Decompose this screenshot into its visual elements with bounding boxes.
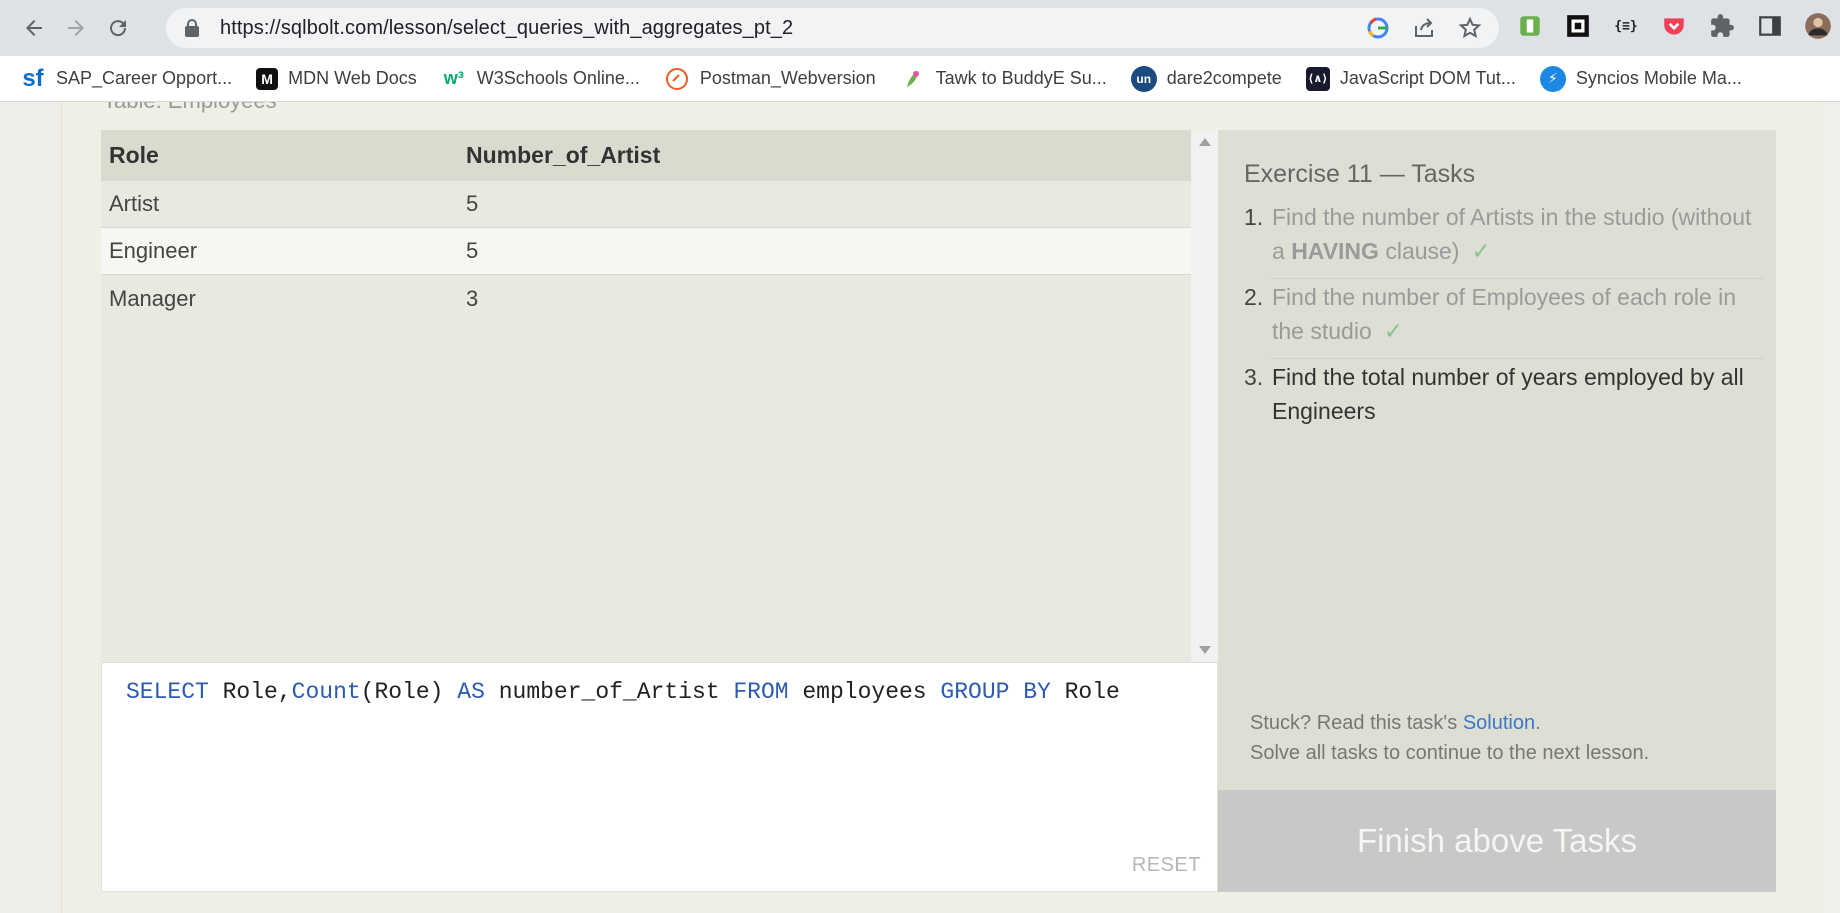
- task-text: Find the number of Employees of each rol…: [1272, 280, 1764, 348]
- task-text: Find the total number of years employed …: [1272, 364, 1744, 424]
- sql-text: Role: [1050, 679, 1120, 705]
- tasks-panel: Exercise 11 — Tasks 1. Find the number o…: [1218, 130, 1776, 892]
- query-results-table: Role Number_of_Artist Artist 5 Engineer …: [101, 130, 1218, 662]
- unstop-icon: un: [1130, 65, 1157, 92]
- table-cell: Engineer: [109, 238, 198, 263]
- tasks-title: Exercise 11 — Tasks: [1244, 160, 1476, 188]
- scroll-up-arrow-icon[interactable]: [1199, 138, 1211, 146]
- column-header-number-of-artist: Number_of_Artist: [466, 142, 661, 168]
- sql-keyword: GROUP BY: [940, 679, 1051, 705]
- forward-arrow-icon: [68, 20, 84, 36]
- table-cell: 3: [466, 285, 479, 311]
- json-viewer-icon[interactable]: {≡}: [1612, 12, 1640, 40]
- bookmark-label: JavaScript DOM Tut...: [1339, 68, 1516, 88]
- share-icon[interactable]: [1411, 15, 1437, 41]
- task-divider: [1270, 358, 1764, 359]
- sql-keyword: Count: [291, 679, 361, 705]
- check-icon: ✓: [1383, 318, 1404, 344]
- extensions-puzzle-icon[interactable]: [1708, 12, 1736, 40]
- bookmark-javascript-dom[interactable]: ⟨∧⟩ JavaScript DOM Tut...: [1305, 66, 1516, 91]
- bookmark-label: Tawk to BuddyE Su...: [935, 68, 1107, 88]
- scroll-down-arrow-icon[interactable]: [1199, 646, 1211, 654]
- postman-icon: [664, 66, 690, 92]
- table-header-row: Role Number_of_Artist: [101, 130, 1191, 181]
- reload-icon: [110, 20, 127, 37]
- sql-text: number_of_Artist: [484, 679, 734, 705]
- javascript-dom-icon: ⟨∧⟩: [1305, 66, 1330, 91]
- sql-text: employees: [788, 679, 941, 705]
- task-text: Find the number of Artists in the studio…: [1272, 200, 1764, 268]
- sql-keyword: AS: [457, 679, 485, 705]
- table-row: Artist 5: [101, 181, 1191, 228]
- sql-text: (Role): [360, 679, 458, 705]
- bookmark-label: Postman_Webversion: [699, 68, 876, 88]
- bookmark-dare2compete[interactable]: un dare2compete: [1130, 65, 1282, 92]
- bookmark-label: MDN Web Docs: [288, 68, 417, 88]
- bookmark-mdn[interactable]: M MDN Web Docs: [256, 67, 417, 90]
- task-number: 3.: [1244, 364, 1264, 390]
- task-number: 1.: [1244, 204, 1264, 230]
- stuck-help-text: Stuck? Read this task's Solution. Solve …: [1250, 708, 1649, 768]
- sql-keyword: FROM: [733, 679, 789, 705]
- table-cell: 5: [466, 191, 479, 216]
- w3schools-icon: w³: [443, 68, 464, 88]
- task-keyword: HAVING: [1291, 238, 1379, 264]
- google-lens-icon[interactable]: [1365, 15, 1391, 41]
- bookmark-label: dare2compete: [1166, 68, 1282, 88]
- address-bar[interactable]: https://sqlbolt.com/lesson/select_querie…: [166, 8, 1499, 48]
- table-row: Engineer 5: [101, 228, 1191, 275]
- reload-button[interactable]: [98, 8, 138, 48]
- table-row: Manager 3: [101, 275, 1191, 322]
- column-header-role: Role: [109, 142, 159, 168]
- sap-successfactors-icon: sf: [22, 64, 44, 92]
- mdn-icon: M: [256, 67, 279, 90]
- back-button[interactable]: [14, 8, 54, 48]
- qr-code-extension-icon[interactable]: [1564, 12, 1592, 40]
- bookmark-postman[interactable]: Postman_Webversion: [664, 66, 876, 92]
- finish-tasks-button[interactable]: Finish above Tasks: [1218, 790, 1776, 892]
- back-arrow-icon: [26, 20, 42, 36]
- bookmark-label: Syncios Mobile Ma...: [1575, 68, 1742, 88]
- task-text-part: Find the number of Employees of each rol…: [1272, 284, 1737, 344]
- sql-text: Role,: [208, 679, 292, 705]
- task-number: 2.: [1244, 284, 1264, 310]
- stuck-line: Stuck? Read this task's Solution.: [1250, 708, 1649, 738]
- page-left-margin: [0, 102, 62, 913]
- bookmark-tawk[interactable]: Tawk to BuddyE Su...: [900, 66, 1107, 92]
- sql-query-editor[interactable]: SELECT Role,Count(Role) AS number_of_Art…: [101, 662, 1218, 892]
- check-icon: ✓: [1471, 238, 1491, 264]
- task-text-part: clause): [1378, 238, 1460, 264]
- sql-keyword: SELECT: [126, 679, 209, 705]
- url-text: https://sqlbolt.com/lesson/select_querie…: [220, 16, 794, 39]
- forward-button[interactable]: [56, 8, 96, 48]
- page-content: Table: Employees Role Number_of_Artist A…: [0, 102, 1840, 913]
- bookmark-star-icon[interactable]: [1457, 15, 1483, 41]
- task-divider: [1270, 278, 1764, 279]
- browser-toolbar: https://sqlbolt.com/lesson/select_querie…: [0, 0, 1840, 56]
- lock-icon: [185, 19, 199, 37]
- table-cell: 5: [466, 238, 479, 263]
- table-scrollbar[interactable]: [1191, 130, 1218, 662]
- bookmark-syncios[interactable]: ⚡ Syncios Mobile Ma...: [1539, 65, 1742, 92]
- table-cell: Artist: [109, 191, 160, 216]
- bookmark-label: W3Schools Online...: [476, 68, 640, 88]
- profile-avatar[interactable]: [1804, 12, 1832, 40]
- stuck-prefix: Stuck? Read this task's: [1250, 712, 1463, 734]
- bookmark-w3schools[interactable]: w³ W3Schools Online...: [441, 66, 640, 92]
- side-panel-icon[interactable]: [1756, 12, 1784, 40]
- continue-text: Solve all tasks to continue to the next …: [1250, 742, 1650, 764]
- solution-link[interactable]: Solution: [1463, 712, 1535, 734]
- table-cell: Manager: [109, 285, 196, 311]
- stuck-suffix: .: [1535, 712, 1541, 734]
- bookmark-label: SAP_Career Opport...: [56, 68, 233, 88]
- tawk-icon: [900, 66, 926, 92]
- pocket-icon[interactable]: [1660, 12, 1688, 40]
- syncios-icon: ⚡: [1539, 65, 1566, 92]
- bookmarks-bar: sf SAP_Career Opport... M MDN Web Docs w…: [0, 56, 1840, 102]
- extension-green-icon[interactable]: [1516, 12, 1544, 40]
- table-label: Table: Employees: [103, 102, 277, 114]
- sql-query-text[interactable]: SELECT Role,Count(Role) AS number_of_Art…: [126, 679, 1120, 705]
- bookmark-sap[interactable]: sf SAP_Career Opport...: [20, 64, 233, 92]
- reset-button[interactable]: RESET: [1132, 854, 1201, 877]
